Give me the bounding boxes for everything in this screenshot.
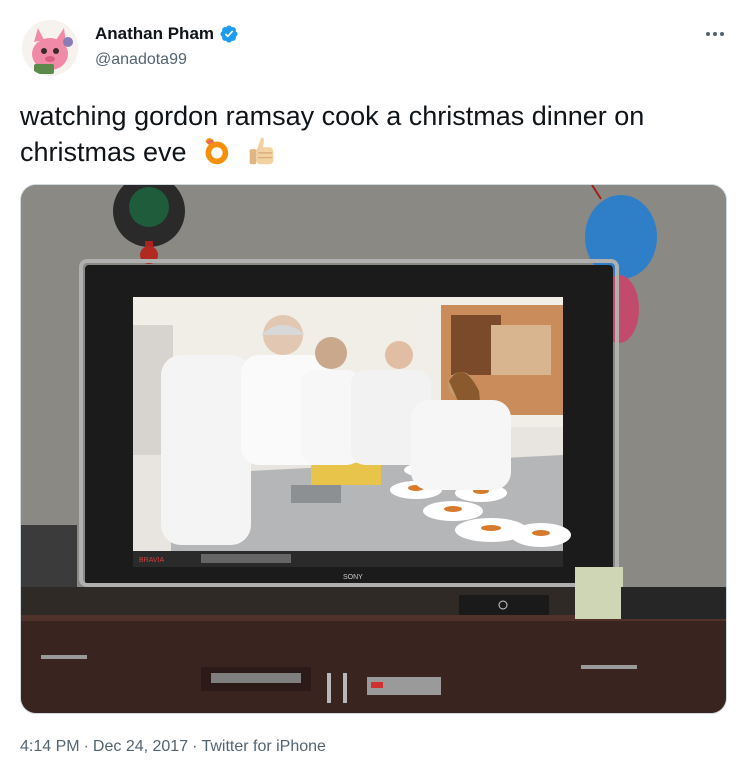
more-options-button[interactable] bbox=[700, 22, 730, 46]
more-dot-icon bbox=[713, 32, 717, 36]
avatar[interactable] bbox=[22, 20, 78, 76]
tweet-card: Anathan Pham @anadota99 watching gordon … bbox=[0, 0, 748, 766]
tweet-time[interactable]: 4:14 PM bbox=[20, 738, 80, 756]
author-name-row[interactable]: Anathan Pham bbox=[95, 24, 239, 44]
tweet-source[interactable]: Twitter for iPhone bbox=[201, 738, 326, 756]
author-name[interactable]: Anathan Pham bbox=[95, 24, 214, 44]
tweet-date[interactable]: Dec 24, 2017 bbox=[93, 738, 188, 756]
author-handle[interactable]: @anadota99 bbox=[95, 51, 187, 69]
pink-creature-avatar-icon bbox=[22, 20, 78, 76]
more-dot-icon bbox=[706, 32, 710, 36]
tweet-photo[interactable]: SONY BRAVIA bbox=[20, 184, 727, 714]
more-dot-icon bbox=[720, 32, 724, 36]
meta-separator: · bbox=[192, 738, 198, 755]
tweet-text: watching gordon ramsay cook a christmas … bbox=[20, 98, 720, 170]
tv-corner-label: BRAVIA bbox=[139, 557, 164, 564]
meta-separator: · bbox=[83, 738, 89, 755]
tweet-text-body: watching gordon ramsay cook a christmas … bbox=[20, 101, 645, 167]
tv-brand-label: SONY bbox=[343, 574, 363, 581]
tv-photo-illustration: SONY BRAVIA bbox=[21, 185, 726, 713]
tweet-meta: 4:14 PM · Dec 24, 2017 · Twitter for iPh… bbox=[20, 738, 326, 756]
verified-badge-icon bbox=[220, 25, 238, 43]
thumbs-up-emoji-icon bbox=[249, 137, 273, 165]
ok-hand-emoji-icon bbox=[205, 138, 229, 165]
